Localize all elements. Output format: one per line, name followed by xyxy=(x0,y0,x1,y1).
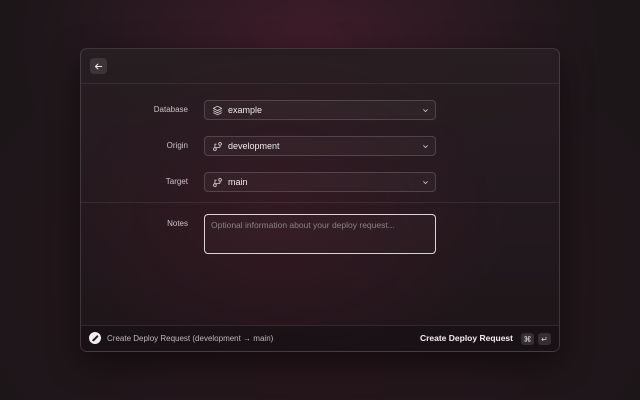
back-button[interactable] xyxy=(90,58,107,74)
create-deploy-request-button[interactable]: Create Deploy Request xyxy=(420,333,513,343)
section-divider xyxy=(81,202,559,203)
target-label: Target xyxy=(165,177,188,186)
database-label: Database xyxy=(153,105,188,114)
notes-textarea[interactable] xyxy=(204,214,436,254)
notes-label: Notes xyxy=(167,219,188,228)
database-select[interactable]: example xyxy=(204,100,436,120)
dialog-topbar xyxy=(81,49,559,84)
chevron-down-icon xyxy=(421,106,429,114)
origin-label: Origin xyxy=(166,141,188,150)
database-value: example xyxy=(228,105,263,115)
target-select[interactable]: main xyxy=(204,172,436,192)
app-logo-icon xyxy=(89,332,101,344)
chevron-down-icon xyxy=(421,142,429,150)
branch-icon xyxy=(211,176,223,188)
chevron-down-icon xyxy=(421,178,429,186)
dialog-footer: Create Deploy Request (development → mai… xyxy=(81,325,559,351)
target-row: Target main xyxy=(81,172,559,194)
command-key-icon: ⌘ xyxy=(521,333,534,345)
origin-select[interactable]: development xyxy=(204,136,436,156)
arrow-left-icon xyxy=(94,63,103,69)
footer-summary: Create Deploy Request (development → mai… xyxy=(107,334,274,343)
deploy-request-dialog: Database example Origin development Targ… xyxy=(80,48,560,352)
origin-row: Origin development xyxy=(81,136,559,158)
origin-value: development xyxy=(228,141,280,151)
enter-key-icon: ↵ xyxy=(538,333,551,345)
branch-icon xyxy=(211,140,223,152)
database-row: Database example xyxy=(81,100,559,122)
layers-icon xyxy=(211,104,223,116)
target-value: main xyxy=(228,177,248,187)
